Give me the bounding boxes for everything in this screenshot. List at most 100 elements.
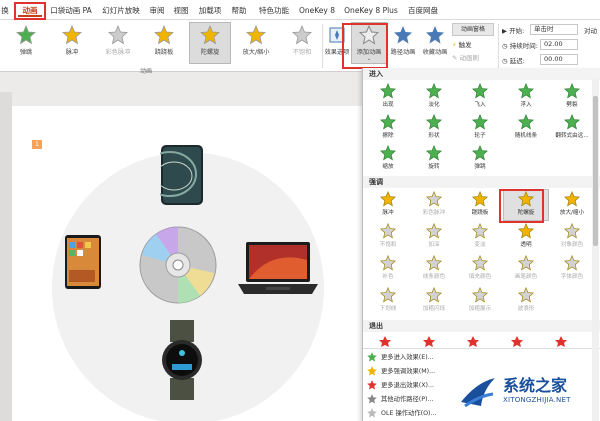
entrance-effect-8[interactable]: 随机线条: [504, 113, 548, 143]
entrance-effect-11[interactable]: 旋转: [412, 144, 456, 174]
effect-star-icon: [154, 25, 174, 45]
entrance-effect-6[interactable]: 形状: [412, 113, 456, 143]
entrance-effect-4[interactable]: 劈裂: [550, 82, 594, 112]
smartwatch-image[interactable]: [160, 320, 204, 400]
more-effects-item-0[interactable]: 更多进入效果(E)...: [367, 351, 567, 364]
emphasis-effect-13[interactable]: 画笔颜色: [504, 254, 548, 284]
start-select[interactable]: 单击时: [530, 24, 578, 35]
animation-pane-button[interactable]: 动画窗格: [452, 23, 494, 36]
more-star-icon: [367, 352, 377, 362]
tab-slideshow[interactable]: 幻灯片放映: [100, 4, 142, 17]
emphasis-effect-7[interactable]: 变淡: [458, 222, 502, 252]
entrance-star-icon: [472, 145, 488, 161]
entrance-effect-9[interactable]: 翻转式由远...: [550, 113, 594, 143]
delay-input[interactable]: 00.00: [540, 54, 578, 65]
emphasis-star-icon: [472, 223, 488, 239]
play-icon: ▶: [502, 27, 507, 35]
duration-input[interactable]: 02.00: [540, 39, 578, 50]
tab-baidu-netdisk[interactable]: 百度网盘: [406, 4, 440, 17]
tab-animations[interactable]: 动画: [18, 4, 42, 17]
delay-label-text: 延迟:: [509, 57, 525, 65]
emphasis-effect-4[interactable]: 放大/缩小: [550, 190, 594, 220]
animation-painter-label: 动画刷: [459, 54, 480, 62]
ribbon-effect-2[interactable]: 彩色脉冲: [98, 23, 138, 63]
tab-onekey8-plus[interactable]: OneKey 8 Plus: [343, 4, 399, 17]
emphasis-effect-16[interactable]: 加粗闪烁: [412, 286, 456, 316]
panel-scrollbar-thumb[interactable]: [593, 96, 598, 246]
tablet-image[interactable]: [64, 234, 102, 290]
emphasis-effect-3[interactable]: 陀螺旋: [503, 189, 549, 221]
panel-divider: [363, 348, 600, 349]
emphasis-star-icon: [380, 191, 396, 207]
emphasis-effect-label: 跷跷板: [471, 210, 489, 216]
emphasis-effect-6[interactable]: 加深: [412, 222, 456, 252]
entrance-effect-label: 浮入: [520, 102, 532, 108]
emphasis-star-icon: [380, 255, 396, 271]
emphasis-effect-10[interactable]: 补色: [366, 254, 410, 284]
phone-image[interactable]: [160, 144, 204, 206]
emphasis-effect-12[interactable]: 填充颜色: [458, 254, 502, 284]
favorite-star-icon: [426, 26, 444, 44]
tab-onekey8[interactable]: OneKey 8: [298, 4, 336, 17]
entrance-effect-1[interactable]: 淡化: [412, 82, 456, 112]
emphasis-effect-8[interactable]: 透明: [504, 222, 548, 252]
more-star-icon: [367, 394, 377, 404]
emphasis-effect-17[interactable]: 加粗展示: [458, 286, 502, 316]
entrance-effect-3[interactable]: 浮入: [504, 82, 548, 112]
ribbon-effect-4[interactable]: 陀螺旋: [189, 22, 231, 64]
path-animation-button[interactable]: 路径动画: [388, 23, 418, 63]
trigger-label: 触发: [458, 41, 472, 49]
duration-label-text: 持续时间:: [509, 42, 538, 50]
animation-painter-button[interactable]: ✎ 动画刷: [452, 52, 479, 62]
emphasis-effect-0[interactable]: 脉冲: [366, 190, 410, 220]
tab-view[interactable]: 视图: [172, 4, 190, 17]
emphasis-effect-11[interactable]: 线条颜色: [412, 254, 456, 284]
effect-options-button[interactable]: 效果选项: [324, 23, 350, 63]
tab-addins[interactable]: 加载项: [197, 4, 223, 17]
entrance-effect-2[interactable]: 飞入: [458, 82, 502, 112]
entrance-effect-0[interactable]: 出现: [366, 82, 410, 112]
ribbon-effect-0[interactable]: 弹跳: [6, 23, 46, 63]
brush-icon: ✎: [452, 54, 458, 62]
ribbon-effect-6[interactable]: 不饱和: [282, 23, 322, 63]
emphasis-star-icon: [564, 223, 580, 239]
add-animation-button[interactable]: 添加动画 ⌄: [351, 22, 387, 64]
ribbon-effect-5[interactable]: 放大/缩小: [236, 23, 276, 63]
entrance-star-icon: [564, 114, 580, 130]
group-label-animation: 动画: [140, 68, 153, 75]
trigger-button[interactable]: ⚡ 触发: [452, 39, 472, 49]
favorite-animation-button[interactable]: 收藏动画: [420, 23, 450, 63]
emphasis-effect-9[interactable]: 对象颜色: [550, 222, 594, 252]
entrance-effect-5[interactable]: 擦除: [366, 113, 410, 143]
tab-transitions[interactable]: 换: [0, 4, 10, 17]
path-animation-label: 路径动画: [390, 49, 416, 56]
start-label: ▶ 开始:: [502, 25, 524, 35]
tab-review[interactable]: 审阅: [148, 4, 166, 17]
cd-disc-image[interactable]: [138, 225, 218, 305]
emphasis-effect-label: 彩色脉冲: [422, 210, 446, 216]
emphasis-effect-14[interactable]: 字体颜色: [550, 254, 594, 284]
ribbon-effect-label: 弹跳: [19, 49, 33, 56]
emphasis-star-icon: [518, 191, 534, 207]
emphasis-effect-5[interactable]: 不饱和: [366, 222, 410, 252]
ribbon-effect-label: 放大/缩小: [242, 49, 270, 56]
emphasis-effect-18[interactable]: 波浪形: [504, 286, 548, 316]
emphasis-effect-label: 下划线: [379, 306, 397, 312]
entrance-star-icon: [380, 83, 396, 99]
animation-order-tag[interactable]: 1: [32, 140, 42, 149]
ribbon-effect-3[interactable]: 跷跷板: [144, 23, 184, 63]
emphasis-effect-label: 线条颜色: [422, 274, 446, 280]
ribbon-effect-1[interactable]: 脉冲: [52, 23, 92, 63]
entrance-effect-10[interactable]: 缩放: [366, 144, 410, 174]
section-emphasis-header: 强调: [363, 176, 600, 188]
entrance-effect-12[interactable]: 弹跳: [458, 144, 502, 174]
tab-features[interactable]: 特色功能: [256, 4, 292, 17]
menu-bar: 换 动画 口袋动画 PA 幻灯片放映 审阅 视图 加载项 帮助 特色功能 One…: [0, 0, 600, 20]
entrance-effect-7[interactable]: 轮子: [458, 113, 502, 143]
emphasis-effect-15[interactable]: 下划线: [366, 286, 410, 316]
tab-pocket-animation[interactable]: 口袋动画 PA: [48, 4, 94, 17]
laptop-image[interactable]: [236, 240, 320, 296]
emphasis-effect-1[interactable]: 彩色脉冲: [412, 190, 456, 220]
tab-help[interactable]: 帮助: [230, 4, 248, 17]
emphasis-effect-2[interactable]: 跷跷板: [458, 190, 502, 220]
